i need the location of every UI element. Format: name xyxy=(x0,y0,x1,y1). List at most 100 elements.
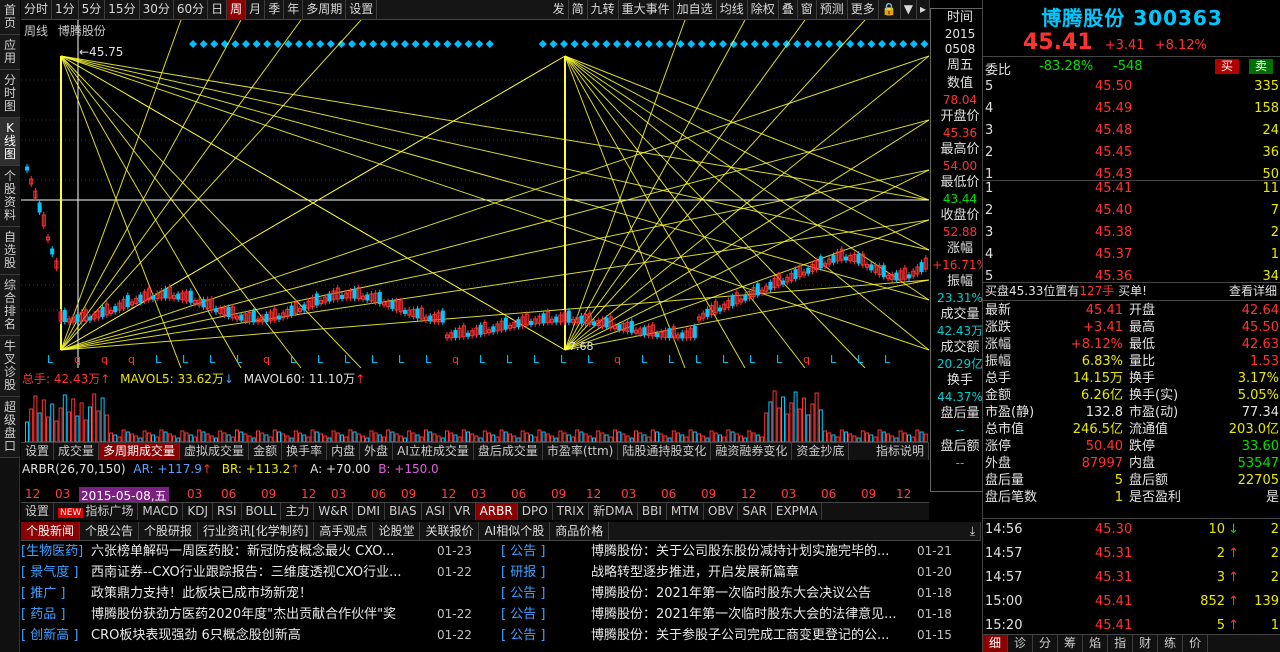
period-tab-7[interactable]: 周 xyxy=(227,0,247,20)
indicator-btn-9[interactable]: BIAS xyxy=(385,503,422,520)
asks-row[interactable]: 4 45.49 158 xyxy=(983,98,1280,120)
period-tab-11[interactable]: 多周期 xyxy=(303,0,347,20)
nav-1[interactable]: 应用 xyxy=(0,35,20,70)
asks-row[interactable]: 5 45.50 335 xyxy=(983,76,1280,98)
toolbar-button-2[interactable]: 九转 xyxy=(588,0,619,20)
news-tab-3[interactable]: 行业资讯[化学制药] xyxy=(198,522,315,540)
indicator-btn-13[interactable]: DPO xyxy=(518,503,553,520)
indicator-btn-8[interactable]: DMI xyxy=(353,503,386,520)
news-item[interactable]: [ 推广 ] 政策鼎力支持！此板块已成市场新宠！ xyxy=(21,583,501,604)
news-tab-8[interactable]: 商品价格 xyxy=(550,522,610,540)
period-tab-8[interactable]: 月 xyxy=(246,0,266,20)
indicator-btn-19[interactable]: SAR xyxy=(738,503,772,520)
toolbar-button-7[interactable]: 叠 xyxy=(779,0,798,20)
nav-0[interactable]: 首页 xyxy=(0,0,20,35)
news-tab-4[interactable]: 高手观点 xyxy=(314,522,374,540)
indicator-tab-0[interactable]: 设置 xyxy=(21,443,55,460)
toolbar-button-0[interactable]: 发 xyxy=(550,0,569,20)
news-item[interactable]: [ 创新高 ] CRO板块表现强劲 6只概念股创新高 01-22 xyxy=(21,625,501,646)
indicator-btn-7[interactable]: W&R xyxy=(314,503,353,520)
indicator-tab-7[interactable]: 外盘 xyxy=(360,443,394,460)
quote-tab-5[interactable]: 指 xyxy=(1108,635,1134,652)
lock-icon[interactable]: 🔒 xyxy=(879,0,901,20)
period-tab-12[interactable]: 设置 xyxy=(346,0,378,20)
asks-row[interactable]: 3 45.48 24 xyxy=(983,120,1280,142)
quote-tab-8[interactable]: 价 xyxy=(1183,635,1209,652)
indicator-tab-6[interactable]: 内盘 xyxy=(327,443,361,460)
toolbar-button-8[interactable]: 窗 xyxy=(798,0,817,20)
bids-row[interactable]: 3 45.38 2 xyxy=(983,222,1280,244)
announcement-item[interactable]: [ 公告 ] 博腾股份：关于参股子公司完成工商变更登记的公... 01-15 xyxy=(501,625,981,646)
nav-2[interactable]: 分时图 xyxy=(0,70,20,118)
nav-4[interactable]: 个股资料 xyxy=(0,166,20,227)
quote-tab-6[interactable]: 财 xyxy=(1133,635,1159,652)
period-tab-2[interactable]: 5分 xyxy=(79,0,106,20)
news-item[interactable]: [ 景气度 ] 西南证券--CXO行业跟踪报告：三维度透视CXO行业... 01-2… xyxy=(21,562,501,583)
indicator-tab-11[interactable]: 陆股通持股变化 xyxy=(618,443,712,460)
kline-chart[interactable]: ←45.757.68L q q q L L L Lq L L L L L Lq L L L L Lq L L L L L Lq L… xyxy=(21,20,929,368)
indicator-btn-15[interactable]: 新DMA xyxy=(589,503,638,520)
quote-tab-0[interactable]: 细 xyxy=(983,635,1009,652)
news-tab-6[interactable]: 关联报价 xyxy=(420,522,480,540)
toolbar-button-4[interactable]: 加自选 xyxy=(674,0,717,20)
news-tab-2[interactable]: 个股研报 xyxy=(139,522,199,540)
notice-detail-link[interactable]: 查看详细 xyxy=(1229,282,1277,300)
indicator-btn-10[interactable]: ASI xyxy=(422,503,451,520)
announcement-item[interactable]: [ 公告 ] 博腾股份：2021年第一次临时股东大会的法律意见... 01-18 xyxy=(501,604,981,625)
indicator-tab-3[interactable]: 虚拟成交量 xyxy=(180,443,250,460)
announcement-item[interactable]: [ 公告 ] 博腾股份：2021年第一次临时股东大会决议公告 01-18 xyxy=(501,583,981,604)
quote-tab-1[interactable]: 诊 xyxy=(1008,635,1034,652)
indicator-tab-13[interactable]: 资金抄底 xyxy=(792,443,850,460)
news-tab-5[interactable]: 论股堂 xyxy=(373,522,421,540)
nav-5[interactable]: 自选股 xyxy=(0,227,20,275)
dropdown-icon[interactable]: ▼ xyxy=(901,0,917,20)
buy-button[interactable]: 买 xyxy=(1215,59,1240,74)
indicator-btn-1[interactable]: NEW 指标广场 xyxy=(54,503,139,520)
quote-tab-7[interactable]: 练 xyxy=(1158,635,1184,652)
indicator-tab-9[interactable]: 盘后成交量 xyxy=(474,443,543,460)
indicator-tab-5[interactable]: 换手率 xyxy=(282,443,328,460)
indicator-btn-20[interactable]: EXPMA xyxy=(772,503,823,520)
news-item[interactable]: [ 药品 ] 博腾股份获劲方医药2020年度"杰出贡献合作伙伴"奖 01-22 xyxy=(21,604,501,625)
indicator-btn-3[interactable]: KDJ xyxy=(183,503,213,520)
indicator-btn-6[interactable]: 主力 xyxy=(281,503,315,520)
indicator-btn-17[interactable]: MTM xyxy=(667,503,704,520)
indicator-btn-5[interactable]: BOLL xyxy=(242,503,282,520)
news-tab-1[interactable]: 个股公告 xyxy=(80,522,140,540)
asks-row[interactable]: 2 45.45 36 xyxy=(983,142,1280,164)
download-icon[interactable]: ⤓ xyxy=(965,522,981,540)
quote-tab-3[interactable]: 筹 xyxy=(1058,635,1084,652)
bids-row[interactable]: 2 45.40 7 xyxy=(983,200,1280,222)
indicator-tab-10[interactable]: 市盈率(ttm) xyxy=(543,443,619,460)
toolbar-button-1[interactable]: 简 xyxy=(569,0,588,20)
bids-row[interactable]: 4 45.37 1 xyxy=(983,244,1280,266)
news-item[interactable]: [生物医药] 六张榜单解码一周医药股：新冠防疫概念最火 CXO... 01-23 xyxy=(21,541,501,562)
period-tab-6[interactable]: 日 xyxy=(208,0,228,20)
indicator-btn-2[interactable]: MACD xyxy=(138,503,184,520)
bids-row[interactable]: 1 45.41 11 xyxy=(983,178,1280,200)
news-tab-0[interactable]: 个股新闻 xyxy=(21,522,81,540)
announcement-item[interactable]: [ 公告 ] 博腾股份：关于公司股东股份减持计划实施完毕的... 01-21 xyxy=(501,541,981,562)
panel-toggle-icon[interactable]: ▸ xyxy=(917,0,930,20)
indicator-btn-0[interactable]: 设置 xyxy=(21,503,55,520)
toolbar-button-10[interactable]: 更多 xyxy=(848,0,879,20)
sell-button[interactable]: 卖 xyxy=(1249,59,1274,74)
nav-3[interactable]: K线图 xyxy=(0,118,20,166)
period-tab-3[interactable]: 15分 xyxy=(105,0,140,20)
period-tab-10[interactable]: 年 xyxy=(284,0,304,20)
toolbar-button-3[interactable]: 重大事件 xyxy=(619,0,674,20)
period-tab-0[interactable]: 分时 xyxy=(21,0,53,20)
quote-tab-2[interactable]: 分 xyxy=(1033,635,1059,652)
indicator-tab-12[interactable]: 融资融券变化 xyxy=(711,443,793,460)
indicator-btn-18[interactable]: OBV xyxy=(704,503,739,520)
quote-tab-4[interactable]: 焰 xyxy=(1083,635,1109,652)
period-tab-5[interactable]: 60分 xyxy=(174,0,209,20)
indicator-btn-16[interactable]: BBI xyxy=(638,503,667,520)
indicator-tab-1[interactable]: 成交量 xyxy=(54,443,100,460)
toolbar-button-6[interactable]: 除权 xyxy=(748,0,779,20)
toolbar-button-9[interactable]: 预测 xyxy=(817,0,848,20)
announcement-item[interactable]: [ 研报 ] 战略转型逐步推进，开启发展新篇章 01-20 xyxy=(501,562,981,583)
indicator-btn-11[interactable]: VR xyxy=(450,503,476,520)
nav-7[interactable]: 牛叉诊股 xyxy=(0,336,20,397)
period-tab-1[interactable]: 1分 xyxy=(52,0,79,20)
